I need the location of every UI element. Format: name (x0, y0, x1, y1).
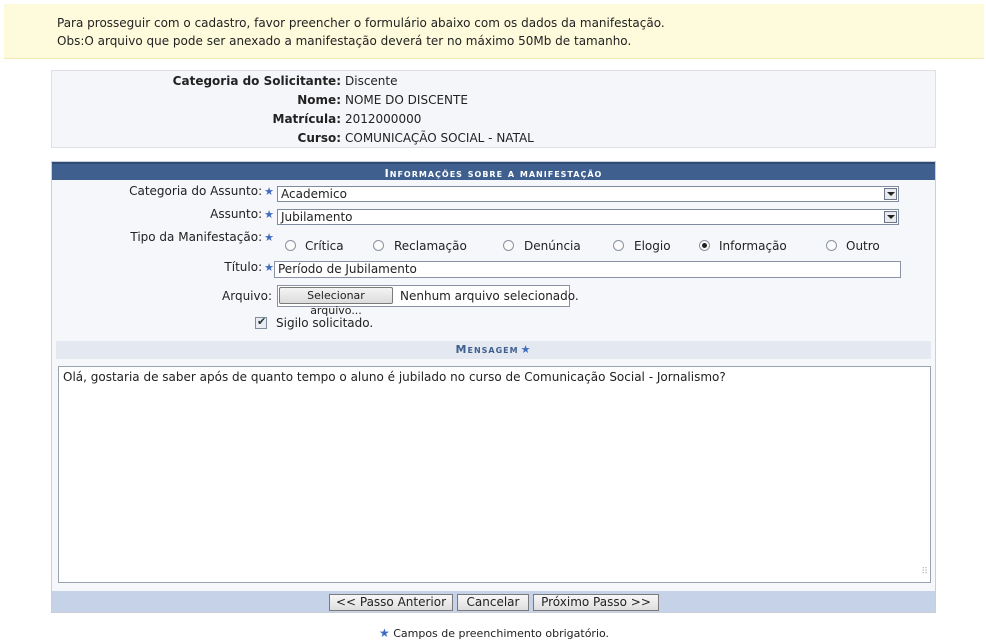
resize-grip-icon[interactable]: ⠿ (921, 565, 928, 580)
manifestation-form: Informações sobre a manifestação Categor… (51, 161, 936, 613)
required-star-icon: ★ (264, 261, 274, 274)
titulo-label-wrap: Título: ★ (52, 260, 274, 274)
categoria-label: Categoria do Assunto: (129, 184, 263, 198)
radio-label-informacao[interactable]: Informação (719, 239, 787, 253)
radio-label-reclamacao[interactable]: Reclamação (394, 239, 467, 253)
student-matricula-value: 2012000000 (345, 112, 422, 126)
message-section-title: Mensagem ★ (56, 341, 931, 359)
radio-label-elogio[interactable]: Elogio (634, 239, 671, 253)
required-star-icon: ★ (378, 626, 390, 640)
notice-line-1: Para prosseguir com o cadastro, favor pr… (57, 16, 665, 30)
message-title: Mensagem (455, 343, 519, 356)
message-text: Olá, gostaria de saber após de quanto te… (63, 370, 726, 384)
chevron-down-icon[interactable] (884, 188, 897, 200)
student-category-value: Discente (345, 74, 398, 88)
message-textarea[interactable]: Olá, gostaria de saber após de quanto te… (58, 366, 931, 583)
student-matricula-row: Matrícula: 2012000000 (52, 110, 935, 129)
titulo-label: Título: (224, 260, 263, 274)
student-course-label: Curso: (297, 131, 341, 145)
radio-critica[interactable] (285, 240, 296, 251)
titulo-input[interactable]: Período de Jubilamento (274, 261, 901, 278)
radio-outro[interactable] (826, 240, 837, 251)
assunto-select[interactable]: Jubilamento (277, 209, 899, 225)
required-star-icon: ★ (520, 343, 532, 356)
next-step-button[interactable]: Próximo Passo >> (533, 594, 659, 611)
assunto-label-wrap: Assunto: ★ (52, 207, 274, 221)
student-course-row: Curso: COMUNICAÇÃO SOCIAL - NATAL (52, 129, 935, 148)
radio-label-denuncia[interactable]: Denúncia (524, 239, 581, 253)
student-category-label: Categoria do Solicitante: (172, 74, 341, 88)
tipo-radio-group: Crítica Reclamação Denúncia Elogio Infor… (52, 239, 935, 255)
file-input[interactable]: Selecionar arquivo... Nenhum arquivo sel… (277, 285, 579, 317)
file-status-text: Nenhum arquivo selecionado. (400, 289, 579, 303)
categoria-selected-value: Academico (281, 187, 347, 201)
form-section-title: Informações sobre a manifestação (52, 162, 935, 180)
radio-denuncia[interactable] (503, 240, 514, 251)
sigilo-checkbox[interactable]: ✔ (255, 315, 267, 329)
student-matricula-label: Matrícula: (272, 112, 341, 126)
assunto-label: Assunto: (210, 207, 263, 221)
arquivo-label: Arquivo: (222, 289, 272, 303)
notice-line-2: Obs:O arquivo que pode ser anexado a man… (57, 34, 632, 48)
student-category-row: Categoria do Solicitante: Discente (52, 72, 935, 91)
select-file-button[interactable]: Selecionar arquivo... (279, 287, 393, 317)
student-info-panel: Categoria do Solicitante: Discente Nome:… (51, 70, 936, 148)
radio-label-outro[interactable]: Outro (846, 239, 880, 253)
chevron-down-icon[interactable] (884, 211, 897, 223)
categoria-label-wrap: Categoria do Assunto: ★ (52, 184, 274, 198)
required-star-icon: ★ (264, 208, 274, 221)
student-name-value: NOME DO DISCENTE (345, 93, 468, 107)
radio-elogio[interactable] (613, 240, 624, 251)
student-course-value: COMUNICAÇÃO SOCIAL - NATAL (345, 131, 534, 145)
legend-text: Campos de preenchimento obrigatório. (389, 627, 610, 640)
assunto-selected-value: Jubilamento (281, 210, 353, 224)
radio-informacao[interactable] (699, 240, 710, 251)
form-actions-bar: << Passo Anterior Cancelar Próximo Passo… (52, 591, 935, 612)
student-name-row: Nome: NOME DO DISCENTE (52, 91, 935, 110)
categoria-select[interactable]: Academico (277, 186, 899, 202)
previous-step-button[interactable]: << Passo Anterior (329, 594, 453, 611)
required-fields-legend: ★ Campos de preenchimento obrigatório. (0, 626, 986, 640)
student-name-label: Nome: (297, 93, 341, 107)
radio-reclamacao[interactable] (373, 240, 384, 251)
radio-label-critica[interactable]: Crítica (305, 239, 344, 253)
sigilo-label[interactable]: Sigilo solicitado. (276, 316, 373, 330)
info-notice: Para prosseguir com o cadastro, favor pr… (4, 4, 984, 59)
check-icon: ✔ (257, 315, 267, 328)
cancel-button[interactable]: Cancelar (457, 594, 529, 611)
required-star-icon: ★ (264, 185, 274, 198)
